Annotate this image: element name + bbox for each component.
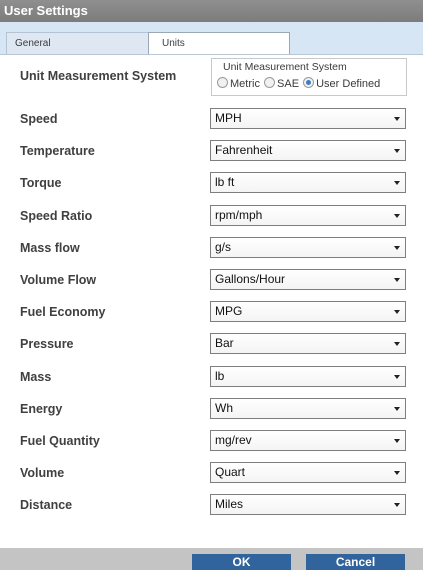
chevron-down-icon [394, 117, 400, 121]
volume-label: Volume [20, 466, 65, 480]
tab-divider [0, 54, 423, 55]
radio-metric-label: Metric [230, 78, 260, 90]
radio-sae[interactable]: SAE [264, 77, 299, 91]
energy-value: Wh [215, 401, 233, 415]
unit-system-radios: Metric SAE User Defined [217, 77, 381, 91]
chevron-down-icon [394, 149, 400, 153]
mass-flow-label: Mass flow [20, 241, 80, 255]
radio-checked-icon [303, 77, 315, 88]
chevron-down-icon [394, 214, 400, 218]
fuel-economy-label: Fuel Economy [20, 305, 106, 319]
speed-ratio-value: rpm/mph [215, 208, 263, 222]
fuel-quantity-label: Fuel Quantity [20, 434, 100, 448]
temperature-label: Temperature [20, 144, 95, 158]
chevron-down-icon [394, 278, 400, 282]
distance-label: Distance [20, 498, 73, 512]
temperature-value: Fahrenheit [215, 143, 273, 157]
pressure-select[interactable]: Bar [210, 333, 406, 354]
volume-flow-label: Volume Flow [20, 273, 97, 287]
chevron-down-icon [394, 503, 400, 507]
distance-select[interactable]: Miles [210, 494, 406, 515]
tab-strip: General Units [0, 22, 423, 55]
fuel-quantity-select[interactable]: mg/rev [210, 430, 406, 451]
fuel-economy-select[interactable]: MPG [210, 301, 406, 322]
unit-system-group: Unit Measurement System Metric SAE User … [211, 58, 407, 96]
chevron-down-icon [394, 342, 400, 346]
speed-ratio-select[interactable]: rpm/mph [210, 205, 406, 226]
mass-label: Mass [20, 370, 52, 384]
volume-select[interactable]: Quart [210, 462, 406, 483]
unit-system-label: Unit Measurement System [20, 69, 177, 83]
cancel-button[interactable]: Cancel [306, 554, 405, 570]
volume-flow-value: Gallons/Hour [215, 272, 286, 286]
speed-value: MPH [215, 111, 242, 125]
speed-select[interactable]: MPH [210, 108, 406, 129]
window-title: User Settings [0, 0, 423, 22]
chevron-down-icon [394, 439, 400, 443]
pressure-value: Bar [215, 336, 234, 350]
tab-general[interactable]: General [6, 32, 148, 54]
volume-value: Quart [215, 465, 246, 479]
mass-select[interactable]: lb [210, 366, 406, 387]
torque-select[interactable]: lb ft [210, 172, 406, 193]
radio-metric[interactable]: Metric [217, 77, 260, 91]
fuel-economy-value: MPG [215, 304, 243, 318]
chevron-down-icon [394, 471, 400, 475]
torque-label: Torque [20, 176, 62, 190]
temperature-select[interactable]: Fahrenheit [210, 140, 406, 161]
fuel-quantity-value: mg/rev [215, 433, 252, 447]
radio-sae-label: SAE [277, 78, 300, 90]
mass-value: lb [215, 369, 225, 383]
chevron-down-icon [394, 407, 400, 411]
ok-button[interactable]: OK [192, 554, 291, 570]
radio-user-defined[interactable]: User Defined [303, 77, 380, 91]
chevron-down-icon [394, 246, 400, 250]
mass-flow-select[interactable]: g/s [210, 237, 406, 258]
chevron-down-icon [394, 310, 400, 314]
chevron-down-icon [394, 375, 400, 379]
distance-value: Miles [215, 497, 244, 511]
energy-label: Energy [20, 402, 63, 416]
radio-circle-icon [217, 77, 228, 88]
mass-flow-value: g/s [215, 240, 232, 254]
chevron-down-icon [394, 181, 400, 185]
speed-label: Speed [20, 112, 58, 126]
torque-value: lb ft [215, 175, 235, 189]
tab-units[interactable]: Units [148, 32, 290, 55]
energy-select[interactable]: Wh [210, 398, 406, 419]
radio-circle-icon [264, 77, 276, 88]
unit-system-group-title: Unit Measurement System [223, 61, 347, 73]
speed-ratio-label: Speed Ratio [20, 209, 93, 223]
volume-flow-select[interactable]: Gallons/Hour [210, 269, 406, 290]
radio-user-defined-label: User Defined [316, 78, 381, 90]
pressure-label: Pressure [20, 337, 74, 351]
